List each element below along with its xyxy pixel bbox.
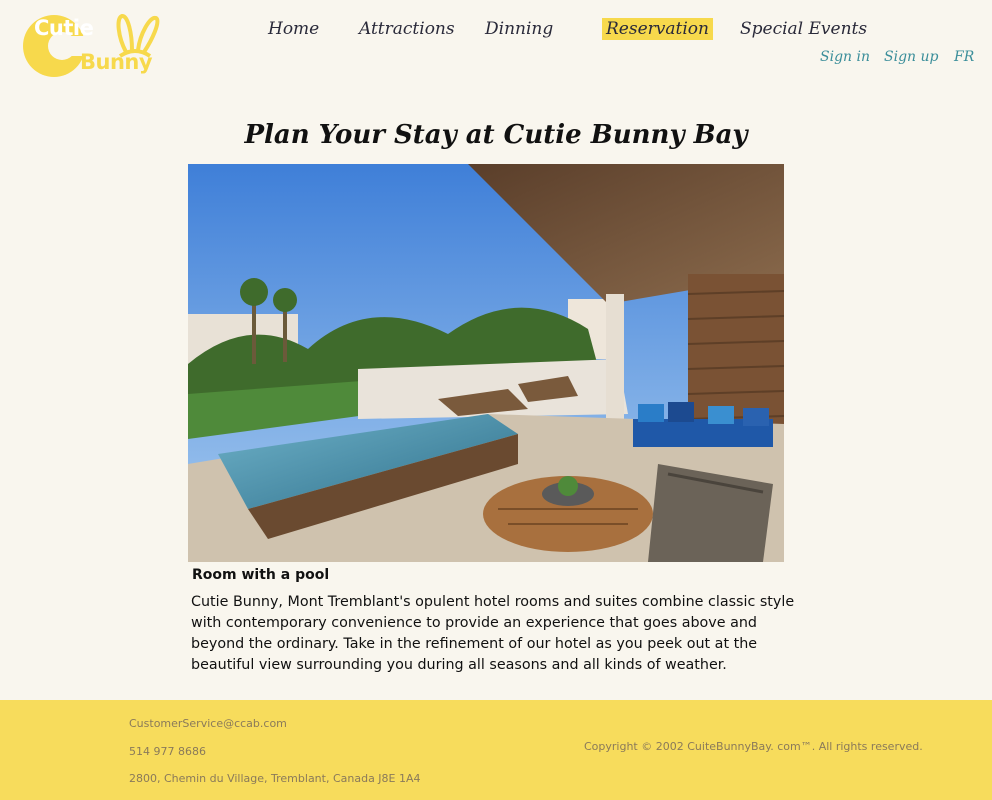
footer-address: 2800, Chemin du Village, Tremblant, Cana…	[129, 772, 421, 785]
nav-dinning[interactable]: Dinning	[481, 18, 557, 40]
footer-copyright: Copyright © 2002 CuiteBunnyBay. com™. Al…	[584, 740, 923, 753]
logo-text-bunny: Bunny	[80, 50, 153, 74]
room-title: Room with a pool	[192, 567, 330, 583]
sign-in-link[interactable]: Sign in	[820, 49, 870, 65]
page-title: Plan Your Stay at Cutie Bunny Bay	[244, 120, 748, 150]
language-toggle[interactable]: FR	[954, 49, 974, 65]
pool-room-image	[188, 164, 784, 562]
nav-home[interactable]: Home	[264, 18, 323, 40]
room-description: Cutie Bunny, Mont Tremblant's opulent ho…	[191, 594, 795, 673]
nav-attractions[interactable]: Attractions	[355, 18, 459, 40]
hero-image	[188, 164, 784, 562]
footer-phone: 514 977 8686	[129, 745, 206, 758]
nav-reservation[interactable]: Reservation	[602, 18, 713, 40]
footer: CustomerService@ccab.com 514 977 8686 28…	[0, 700, 992, 800]
main-nav: Home Attractions Dinning Reservation Spe…	[0, 18, 992, 44]
nav-special-events[interactable]: Special Events	[736, 18, 871, 40]
sign-up-link[interactable]: Sign up	[884, 49, 938, 65]
footer-email[interactable]: CustomerService@ccab.com	[129, 717, 287, 730]
